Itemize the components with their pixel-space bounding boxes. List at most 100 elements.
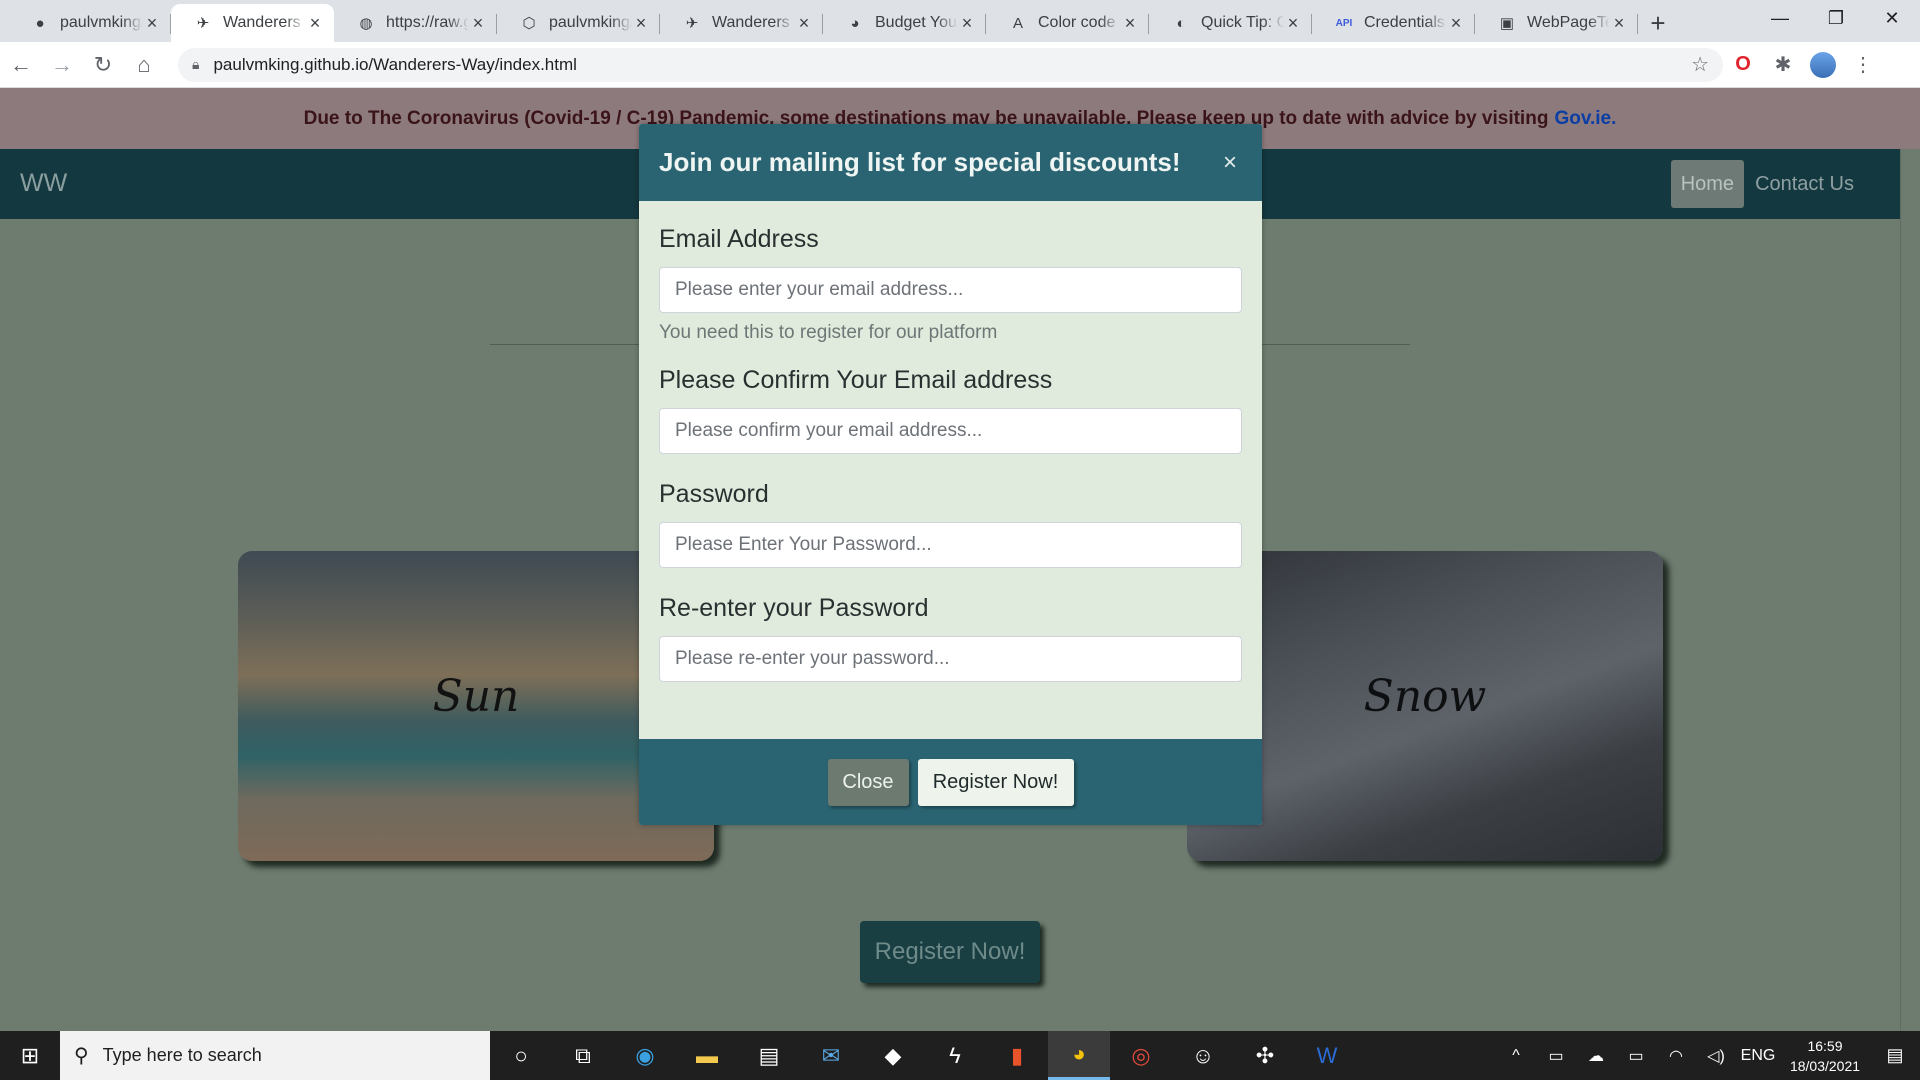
task-view-icon[interactable]: ⧉ xyxy=(552,1031,614,1080)
password-label: Password xyxy=(659,480,769,508)
tab-close-icon[interactable]: × xyxy=(306,13,324,34)
tab-close-icon[interactable]: × xyxy=(632,13,650,34)
browser-tab[interactable]: ◍ https://raw.g × xyxy=(334,4,497,42)
lock-icon[interactable]: 🔒︎ xyxy=(192,56,199,73)
browser-tab[interactable]: ⬡ paulvmking/× xyxy=(497,4,660,42)
windows-start-icon[interactable]: ⊞ xyxy=(0,1031,60,1080)
tab-title: Quick Tip: G xyxy=(1201,14,1284,31)
home-icon[interactable]: ⌂ xyxy=(124,45,164,85)
tab-title: Color code f xyxy=(1038,14,1121,31)
tray-chevron-icon[interactable]: ^ xyxy=(1496,1047,1536,1065)
browser-tab[interactable]: A Color code f × xyxy=(986,4,1149,42)
github-icon: ● xyxy=(35,14,45,32)
slack-icon[interactable]: ✣ xyxy=(1234,1031,1296,1080)
word-icon[interactable]: W xyxy=(1296,1031,1358,1080)
browser-tab[interactable]: ● paulvmking/× xyxy=(8,4,171,42)
close-window-icon[interactable]: ✕ xyxy=(1864,0,1920,36)
tab-title: Wanderers W xyxy=(223,14,306,31)
restore-icon[interactable]: ❐ xyxy=(1808,0,1864,36)
api-icon: API xyxy=(1335,17,1353,29)
system-tray: ^ ▭ ☁ ▭ ◠ ◁) ENG 16:59 18/03/2021 ▤ xyxy=(1496,1031,1920,1080)
minimize-icon[interactable]: — xyxy=(1752,0,1808,36)
modal-close-icon[interactable]: × xyxy=(1218,149,1242,177)
repassword-input[interactable] xyxy=(659,636,1242,682)
tab-close-icon[interactable]: × xyxy=(1284,13,1302,34)
extensions-puzzle-icon[interactable]: ✱ xyxy=(1763,45,1803,85)
address-bar[interactable]: 🔒︎ paulvmking.github.io/Wanderers-Way/in… xyxy=(178,47,1723,82)
clock-time: 16:59 xyxy=(1807,1037,1843,1054)
git-icon[interactable]: ϟ xyxy=(924,1031,986,1080)
language-indicator[interactable]: ENG xyxy=(1736,1047,1780,1065)
tab-title: paulvmking/ xyxy=(549,14,632,31)
notification-icon[interactable]: ▤ xyxy=(1870,1045,1920,1066)
plane-icon: ✈ xyxy=(685,15,699,32)
modal-footer: Close Register Now! xyxy=(639,739,1262,825)
repassword-label: Re-enter your Password xyxy=(659,594,929,622)
store-icon[interactable]: ▤ xyxy=(738,1031,800,1080)
chrome-icon[interactable]: ◕ xyxy=(1048,1031,1110,1080)
tab-strip: ●paulvmking/×✈Wanderers W×◍https://raw.g… xyxy=(0,4,1638,42)
tab-close-icon[interactable]: × xyxy=(1121,13,1139,34)
profile-avatar-icon[interactable] xyxy=(1803,45,1843,85)
forward-icon[interactable]: → xyxy=(42,45,82,85)
tab-close-icon[interactable]: × xyxy=(469,13,487,34)
quicktip-icon: ◐ xyxy=(1176,14,1186,32)
browser-tab[interactable]: ▣ WebPageTes× xyxy=(1475,4,1638,42)
email-group: Email Address You need this to register … xyxy=(659,225,1242,344)
tab-separator xyxy=(1637,14,1638,34)
color-code-icon: A xyxy=(1012,14,1023,32)
email-help-text: You need this to register for our platfo… xyxy=(659,322,998,343)
browser-tab[interactable]: ✈ Wanderers W× xyxy=(660,4,823,42)
reload-icon[interactable]: ↻ xyxy=(83,45,123,85)
url-text[interactable]: paulvmking.github.io/Wanderers-Way/index… xyxy=(213,55,1691,75)
globe-icon: ◍ xyxy=(359,15,373,32)
edge-icon[interactable]: ◉ xyxy=(614,1031,676,1080)
browser-menu-icon[interactable]: ⋮ xyxy=(1843,45,1883,85)
taskbar-search-placeholder: Type here to search xyxy=(102,1045,262,1065)
password-input[interactable] xyxy=(659,522,1242,568)
browser-tab[interactable]: ◕ Budget Your × xyxy=(823,4,986,42)
tab-close-icon[interactable]: × xyxy=(795,13,813,34)
tab-close-icon[interactable]: × xyxy=(1447,13,1465,34)
back-icon[interactable]: ← xyxy=(1,45,41,85)
tab-close-icon[interactable]: × xyxy=(958,13,976,34)
cortana-icon[interactable]: ○ xyxy=(490,1031,552,1080)
modal-body: Email Address You need this to register … xyxy=(639,201,1262,739)
battery-icon[interactable]: ▭ xyxy=(1616,1046,1656,1066)
record-icon[interactable]: ◎ xyxy=(1110,1031,1172,1080)
confirm-email-label: Please Confirm Your Email address xyxy=(659,366,1053,394)
budget-icon: ◕ xyxy=(850,14,860,32)
browser-toolbar: ← → ↻ ⌂ 🔒︎ paulvmking.github.io/Wanderer… xyxy=(0,42,1920,88)
confirm-email-group: Please Confirm Your Email address xyxy=(659,366,1242,454)
tab-close-icon[interactable]: × xyxy=(1610,13,1628,34)
modal-register-button[interactable]: Register Now! xyxy=(917,758,1074,806)
email-input[interactable] xyxy=(659,267,1242,313)
new-tab-button[interactable]: + xyxy=(1638,4,1678,42)
browser-tab[interactable]: API Credentials × xyxy=(1312,4,1475,42)
modal-title: Join our mailing list for special discou… xyxy=(659,147,1181,177)
wifi-icon[interactable]: ◠ xyxy=(1656,1046,1696,1066)
tab-title: https://raw.g xyxy=(386,14,469,31)
office-icon[interactable]: ▮ xyxy=(986,1031,1048,1080)
browser-tab[interactable]: ◐ Quick Tip: G × xyxy=(1149,4,1312,42)
file-explorer-icon[interactable]: ▬ xyxy=(676,1031,738,1080)
confirm-email-input[interactable] xyxy=(659,408,1242,454)
tab-title: paulvmking/ xyxy=(60,14,143,31)
meet-icon[interactable]: ▭ xyxy=(1536,1046,1576,1066)
tab-title: WebPageTes xyxy=(1527,14,1610,31)
dropbox-icon[interactable]: ◆ xyxy=(862,1031,924,1080)
mail-icon[interactable]: ✉ xyxy=(800,1031,862,1080)
tab-close-icon[interactable]: × xyxy=(143,13,161,34)
opera-extension-icon[interactable]: O xyxy=(1723,45,1763,85)
clock[interactable]: 16:59 18/03/2021 xyxy=(1780,1036,1870,1076)
onedrive-icon[interactable]: ☁ xyxy=(1576,1046,1616,1066)
taskbar-search[interactable]: ⚲ Type here to search xyxy=(60,1031,490,1080)
bookmark-star-icon[interactable]: ☆ xyxy=(1691,52,1709,77)
webpagetest-icon: ▣ xyxy=(1499,15,1515,32)
modal-close-button[interactable]: Close xyxy=(827,758,909,806)
volume-icon[interactable]: ◁) xyxy=(1696,1046,1736,1066)
search-icon: ⚲ xyxy=(74,1045,89,1067)
windows-taskbar: ⊞ ⚲ Type here to search ○ ⧉ ◉ ▬ ▤ ✉ ◆ ϟ … xyxy=(0,1031,1920,1080)
emoji-app-icon[interactable]: ☺ xyxy=(1172,1031,1234,1080)
browser-tab[interactable]: ✈ Wanderers W× xyxy=(171,4,334,42)
